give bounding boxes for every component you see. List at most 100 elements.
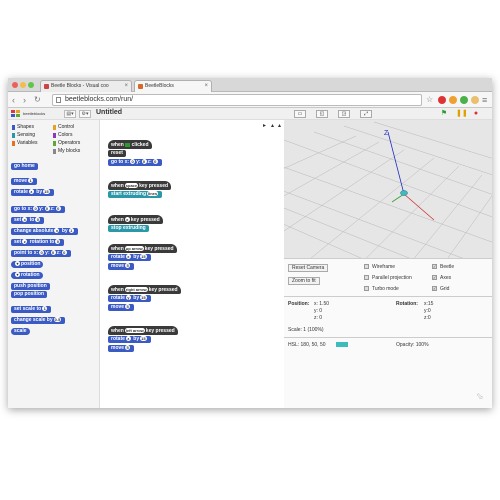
- parallel-projection-label: Parallel projection: [372, 275, 412, 281]
- logo-wordmark: beetleblocks: [23, 111, 46, 116]
- rotate-block[interactable]: rotate z by 15: [108, 336, 151, 343]
- category-colors[interactable]: Colors: [52, 132, 90, 139]
- rotation-z: z:0: [424, 315, 431, 321]
- rotate-block[interactable]: rotate z by 15: [11, 189, 54, 196]
- 3d-stage[interactable]: Z: [284, 120, 492, 258]
- position-z: z: 0: [314, 315, 323, 321]
- extension-stop-icon[interactable]: [438, 96, 446, 104]
- url-field[interactable]: beetleblocks.com/run/: [52, 94, 422, 106]
- beetle-checkbox[interactable]: ✓: [432, 264, 437, 269]
- project-title: Untitled: [96, 109, 123, 116]
- category-sensing[interactable]: Sensing: [11, 132, 49, 139]
- set-scale-block[interactable]: set scale to 1: [11, 306, 52, 313]
- when-key-pressed-hat[interactable]: when space key pressed: [108, 181, 172, 190]
- minimize-window-button[interactable]: [20, 82, 26, 88]
- start-extruding-block[interactable]: start extruding lines: [108, 191, 163, 198]
- close-window-button[interactable]: [12, 82, 18, 88]
- extension-green-icon[interactable]: [460, 96, 468, 104]
- tab-label: Beetle Blocks - Visual coo: [51, 83, 109, 89]
- fullscreen-button[interactable]: ⤢: [360, 110, 372, 118]
- extension-orange-icon[interactable]: [449, 96, 457, 104]
- z-axis: [387, 131, 405, 195]
- reset-block[interactable]: reset: [108, 150, 126, 157]
- bookmark-star-icon[interactable]: ☆: [426, 94, 433, 106]
- category-operators[interactable]: Operators: [52, 140, 90, 147]
- forward-icon[interactable]: ›: [23, 94, 26, 106]
- move-block[interactable]: move 5: [108, 263, 135, 270]
- when-flag-clicked-hat[interactable]: when clicked: [108, 140, 152, 149]
- set-to-block[interactable]: set x to 0: [11, 217, 45, 224]
- category-shapes[interactable]: Shapes: [11, 124, 49, 131]
- rotation-reporter[interactable]: ▾ rotation: [11, 272, 43, 279]
- push-position-block[interactable]: push position: [11, 283, 50, 290]
- beetle-label: Beetle: [440, 264, 455, 270]
- go-to-xyz-block[interactable]: go to x: 0 y: 0 z: 0: [108, 159, 162, 166]
- opacity-readout: Opacity: 100%: [396, 342, 429, 348]
- category-variables[interactable]: Variables: [11, 140, 49, 147]
- when-key-pressed-hat[interactable]: when x key pressed: [108, 215, 163, 224]
- green-flag-icon: [125, 142, 131, 147]
- set-rotation-block[interactable]: set z rotation to 0: [11, 239, 65, 246]
- scripts-area[interactable]: ▸ ▴ ▴ when clicked reset go to x: 0 y: 0 z: 0…: [100, 120, 284, 408]
- wireframe-label: Wireframe: [372, 264, 396, 270]
- app-toolbar: beetleblocks ▤▾ ⚙▾ Untitled ▭ ◱ ◲ ⤢ ⚑ ❚❚…: [8, 108, 492, 120]
- reload-icon[interactable]: ↻: [34, 94, 41, 106]
- go-home-block[interactable]: go home: [11, 163, 38, 170]
- browser-window: Beetle Blocks - Visual coo × BeetleBlock…: [8, 78, 492, 408]
- close-tab-icon[interactable]: ×: [124, 81, 128, 92]
- move-block[interactable]: move 1: [11, 178, 38, 185]
- category-control[interactable]: Control: [52, 124, 90, 131]
- change-absolute-block[interactable]: change absolute x by 1: [11, 228, 78, 235]
- stop-extruding-block[interactable]: stop extruding: [108, 225, 149, 232]
- change-scale-block[interactable]: change scale by 0.5: [11, 317, 66, 324]
- browser-tab[interactable]: Beetle Blocks - Visual coo ×: [40, 80, 132, 92]
- stop-button[interactable]: ●: [472, 109, 480, 118]
- wireframe-checkbox[interactable]: [364, 264, 369, 269]
- undo-icon[interactable]: ▸: [263, 122, 266, 129]
- 3d-grid: Z: [284, 121, 492, 258]
- zoom-out-icon[interactable]: ▴: [278, 122, 281, 129]
- close-tab-icon[interactable]: ×: [204, 81, 208, 92]
- menu-icon[interactable]: ≡: [482, 94, 487, 106]
- favicon-icon: [138, 84, 143, 89]
- reset-camera-button[interactable]: Reset Camera: [288, 264, 329, 272]
- stage-size-small-button[interactable]: ◱: [316, 110, 328, 118]
- extension-face-icon[interactable]: [471, 96, 479, 104]
- browser-tab-active[interactable]: BeetleBlocks ×: [134, 80, 212, 92]
- pop-position-block[interactable]: pop position: [11, 291, 47, 298]
- rotate-block[interactable]: rotate y by 15: [108, 295, 151, 302]
- address-bar: ‹ › ↻ beetleblocks.com/run/ ☆ ≡: [8, 92, 492, 108]
- back-icon[interactable]: ‹: [12, 94, 15, 106]
- scale-reporter[interactable]: scale: [11, 328, 30, 335]
- axes-checkbox[interactable]: ✓: [432, 275, 437, 280]
- green-flag-button[interactable]: ⚑: [440, 109, 448, 118]
- move-block[interactable]: move 5: [108, 304, 135, 311]
- when-key-pressed-hat[interactable]: when right arrow key pressed: [108, 285, 181, 294]
- zoom-window-button[interactable]: [28, 82, 34, 88]
- pause-button[interactable]: ❚❚: [456, 109, 468, 118]
- page-icon: [56, 97, 61, 103]
- rotate-block[interactable]: rotate x by 15: [108, 254, 151, 261]
- zoom-to-fit-button[interactable]: Zoom to fit: [288, 277, 320, 285]
- z-axis-label: Z: [384, 130, 389, 137]
- position-reporter[interactable]: ▾ position: [11, 261, 44, 268]
- go-to-xyz-block[interactable]: go to x: 0 y: 0 z: 0: [11, 206, 65, 213]
- scale-readout: Scale: 1 (100%): [288, 327, 324, 333]
- when-key-pressed-hat[interactable]: when up arrow key pressed: [108, 244, 177, 253]
- stage-size-large-button[interactable]: ◲: [338, 110, 350, 118]
- corner-arrow-icon[interactable]: ⬂: [476, 391, 484, 402]
- category-my-blocks[interactable]: My blocks: [52, 148, 90, 155]
- axes-label: Axes: [440, 275, 452, 281]
- parallel-projection-checkbox[interactable]: [364, 275, 369, 280]
- rotation-y: y:0: [424, 308, 431, 314]
- stage-size-normal-button[interactable]: ▭: [294, 110, 306, 118]
- file-menu-button[interactable]: ▤▾: [64, 110, 76, 118]
- settings-menu-button[interactable]: ⚙▾: [79, 110, 91, 118]
- when-key-pressed-hat[interactable]: when left arrow key pressed: [108, 326, 178, 335]
- zoom-in-icon[interactable]: ▴: [271, 122, 274, 129]
- turbo-mode-checkbox[interactable]: [364, 286, 369, 291]
- move-block[interactable]: move 5: [108, 345, 135, 352]
- point-to-block[interactable]: point to x: 0 y: 0 z: 0: [11, 250, 71, 257]
- grid-checkbox[interactable]: ✓: [432, 286, 437, 291]
- tab-bar: Beetle Blocks - Visual coo × BeetleBlock…: [8, 78, 492, 92]
